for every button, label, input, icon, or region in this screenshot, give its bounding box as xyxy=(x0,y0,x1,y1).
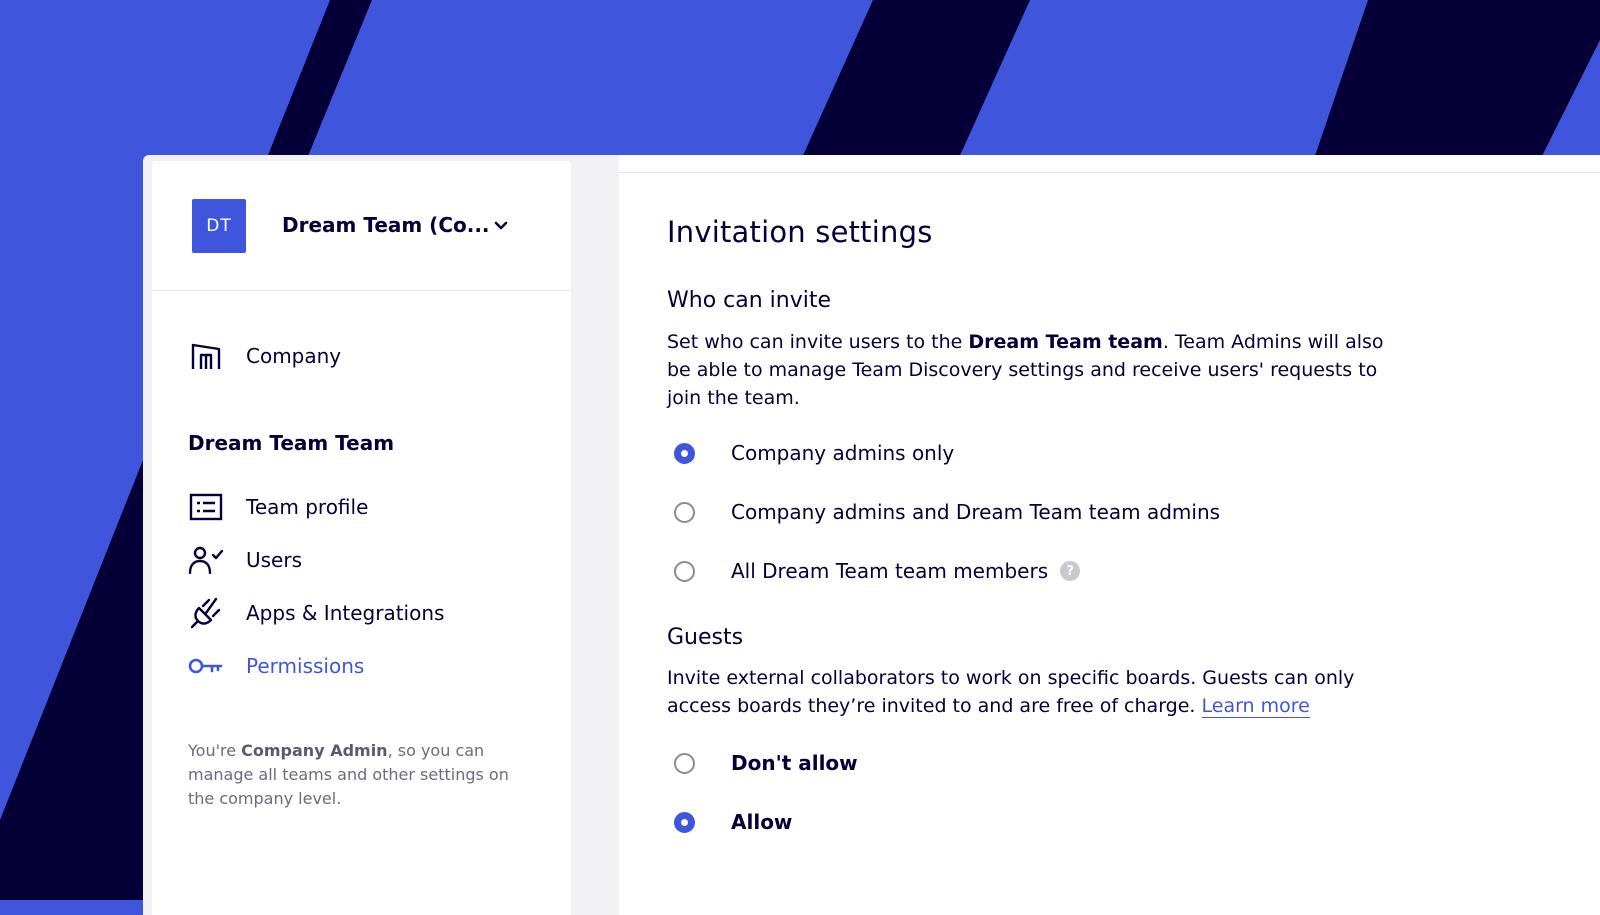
radio-label: All Dream Team team members xyxy=(731,559,1049,583)
key-icon xyxy=(188,648,224,684)
radio-button[interactable] xyxy=(674,560,695,582)
building-icon xyxy=(188,338,224,374)
radio-label: Company admins and Dream Team team admin… xyxy=(731,500,1221,524)
user-check-icon xyxy=(188,542,224,578)
radio-label: Allow xyxy=(731,810,793,834)
who-can-invite-description: Set who can invite users to the Dream Te… xyxy=(667,328,1387,412)
main-content: Invitation settings Who can invite Set w… xyxy=(619,155,1600,915)
radio-allow-guests[interactable]: Allow xyxy=(674,807,792,837)
team-avatar: DT xyxy=(192,199,246,253)
plug-icon xyxy=(188,595,224,631)
radio-all-team-members[interactable]: All Dream Team team members ? xyxy=(674,556,1081,586)
team-name: Dream Team (Co... xyxy=(282,213,490,237)
radio-label: Don't allow xyxy=(731,751,858,775)
radio-button[interactable] xyxy=(674,811,695,833)
divider xyxy=(619,172,1600,173)
page-title: Invitation settings xyxy=(667,215,933,249)
admin-note-role: Company Admin xyxy=(241,741,388,760)
who-can-invite-heading: Who can invite xyxy=(667,288,832,313)
radio-button[interactable] xyxy=(674,501,695,523)
radio-company-admins-only[interactable]: Company admins only xyxy=(674,438,954,468)
sidebar-item-company[interactable]: Company xyxy=(188,336,341,376)
team-switcher[interactable]: DT Dream Team (Co... xyxy=(152,161,571,291)
sidebar: DT Dream Team (Co... Company Dream Team … xyxy=(152,161,571,915)
sidebar-item-label: Team profile xyxy=(246,495,369,519)
desc-text: Set who can invite users to the xyxy=(667,331,969,353)
sidebar-item-label: Permissions xyxy=(246,654,365,678)
radio-button[interactable] xyxy=(674,442,695,464)
radio-dont-allow-guests[interactable]: Don't allow xyxy=(674,748,858,778)
team-profile-icon xyxy=(188,489,224,525)
sidebar-item-team-profile[interactable]: Team profile xyxy=(188,487,368,527)
sidebar-item-label: Apps & Integrations xyxy=(246,601,445,625)
help-icon[interactable]: ? xyxy=(1060,561,1081,581)
radio-label: Company admins only xyxy=(731,441,955,465)
sidebar-item-label: Users xyxy=(246,548,303,572)
guests-description: Invite external collaborators to work on… xyxy=(667,664,1387,720)
sidebar-item-users[interactable]: Users xyxy=(188,540,302,580)
learn-more-link[interactable]: Learn more xyxy=(1201,695,1310,718)
team-section-title: Dream Team Team xyxy=(188,431,395,455)
sidebar-item-apps-integrations[interactable]: Apps & Integrations xyxy=(188,593,444,633)
settings-window: DT Dream Team (Co... Company Dream Team … xyxy=(143,155,1600,915)
radio-button[interactable] xyxy=(674,752,695,774)
sidebar-item-label: Company xyxy=(246,344,342,368)
desc-team-name: Dream Team team xyxy=(968,331,1163,353)
guests-heading: Guests xyxy=(667,625,744,650)
admin-note: You're Company Admin, so you can manage … xyxy=(188,739,538,811)
chevron-down-icon[interactable] xyxy=(490,215,512,237)
sidebar-item-permissions[interactable]: Permissions xyxy=(188,646,364,686)
radio-company-and-team-admins[interactable]: Company admins and Dream Team team admin… xyxy=(674,497,1220,527)
admin-note-prefix: You're xyxy=(188,741,242,760)
